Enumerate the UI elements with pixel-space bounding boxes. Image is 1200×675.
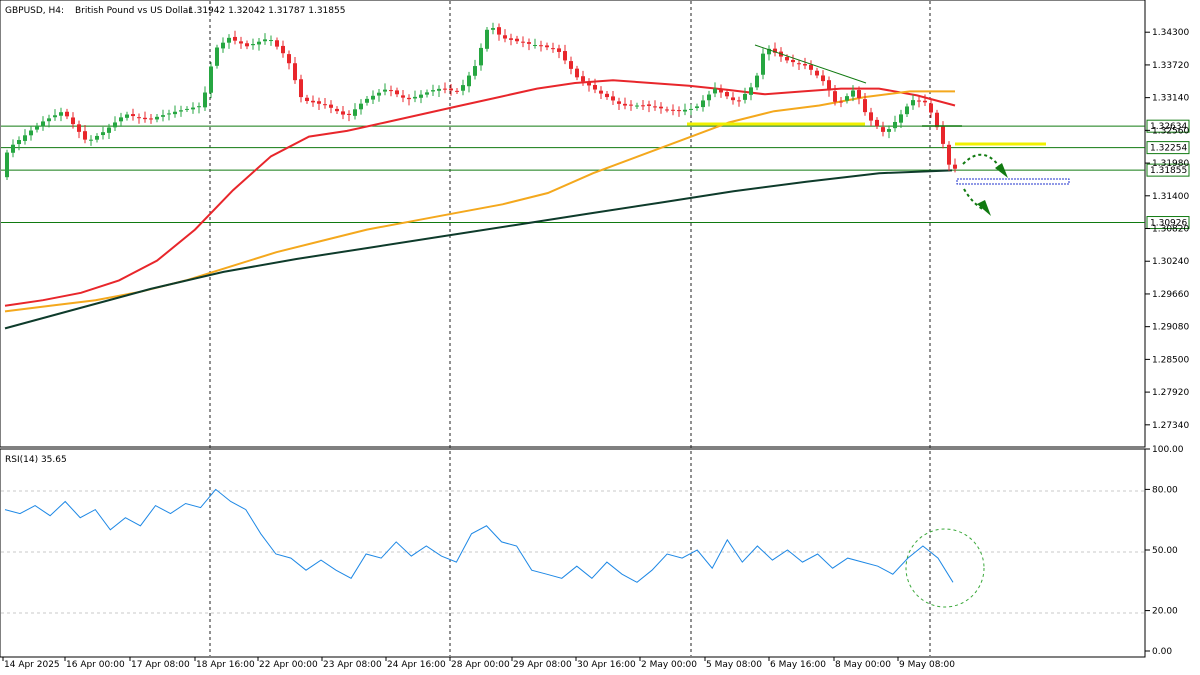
price-tick-label: 1.29660 [1152,290,1189,300]
time-tick-label: 29 Apr 08:00 [513,660,572,670]
symbol-description: British Pound vs US Dollar [75,6,192,16]
time-tick-label: 24 Apr 16:00 [387,660,446,670]
price-tick-label: 1.27920 [1152,388,1189,398]
rsi-tick-label: 100.00 [1152,445,1184,455]
price-tick-label: 1.28500 [1152,355,1189,365]
candle [935,109,939,130]
time-tick-label: 2 May 00:00 [641,660,697,670]
time-tick-label: 22 Apr 00:00 [259,660,318,670]
time-tick-label: 28 Apr 00:00 [451,660,510,670]
time-tick-label: 17 Apr 08:00 [131,660,190,670]
rsi-pane [0,448,1146,658]
rsi-axis: 100.00 80.00 50.00 20.00 0.00 [1145,445,1184,657]
rsi-tick-label: 0.00 [1152,647,1172,657]
price-tick-label: 1.27340 [1152,421,1189,431]
time-axis: 14 Apr 2025 16 Apr 00:00 17 Apr 08:00 18 Ap… [2,657,955,670]
candle [209,61,213,99]
price-tick-label: 1.32560 [1152,126,1189,136]
ohlc-values: 1.31942 1.32042 1.31787 1.31855 [188,6,345,16]
price-tick-label: 1.33720 [1152,61,1189,71]
rsi-tick-label: 80.00 [1152,485,1178,495]
price-tick-label: 1.33140 [1152,94,1189,104]
price-tick-label: 1.31400 [1152,192,1189,202]
rsi-tick-label: 50.00 [1152,546,1178,556]
symbol-label: GBPUSD, H4: [5,6,64,16]
price-axis: 1.34300 1.33720 1.33140 1.32560 1.31980 1.314… [1145,28,1189,431]
time-tick-label: 23 Apr 08:00 [323,660,382,670]
price-tick-label: 1.31980 [1152,159,1189,169]
level-label: 1.32254 [1150,144,1187,154]
price-tick-label: 1.30820 [1152,225,1189,235]
candle [215,44,219,69]
time-tick-label: 9 May 08:00 [899,660,955,670]
time-tick-label: 16 Apr 00:00 [66,660,125,670]
time-tick-label: 8 May 00:00 [835,660,891,670]
price-tick-label: 1.30240 [1152,257,1189,267]
candle [485,26,489,52]
time-tick-label: 30 Apr 16:00 [577,660,636,670]
time-tick-label: 14 Apr 2025 [4,660,60,670]
price-tick-label: 1.29080 [1152,323,1189,333]
time-tick-label: 18 Apr 16:00 [196,660,255,670]
time-tick-label: 5 May 08:00 [706,660,762,670]
rsi-tick-label: 20.00 [1152,607,1178,617]
candle [5,149,9,180]
rsi-label: RSI(14) 35.65 [5,455,67,465]
price-chart[interactable]: 1.326341.322541.318551.30926 GBPUSD, H4:… [0,0,1200,675]
time-tick-label: 6 May 16:00 [770,660,826,670]
price-tick-label: 1.34300 [1152,28,1189,38]
